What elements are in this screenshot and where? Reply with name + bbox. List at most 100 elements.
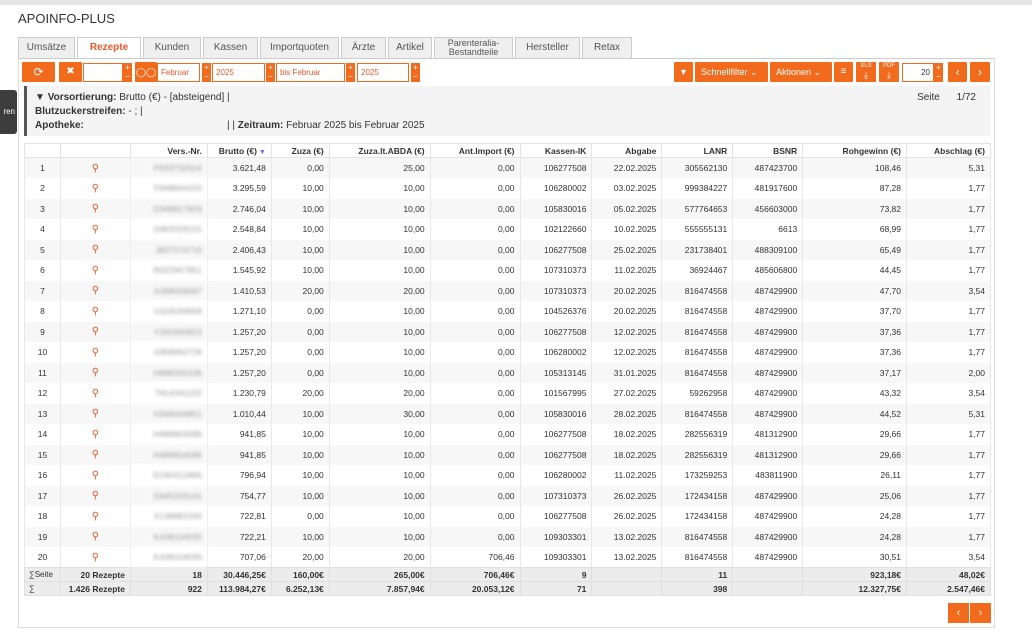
search-stepper[interactable]: + − — [123, 63, 132, 82]
column-header[interactable]: Kassen-IK — [519, 143, 593, 158]
tab-importquoten[interactable]: Importquoten — [260, 37, 339, 58]
table-cell: 10,00 — [328, 239, 431, 260]
pdf-export-button[interactable]: PDF ⤓ — [879, 62, 899, 82]
detail-cell: ⚲ — [59, 280, 131, 301]
bottom-prev-page-button[interactable]: ‹ — [948, 603, 969, 623]
search-icon[interactable]: ⚲ — [92, 531, 99, 542]
clear-filter-button[interactable]: ✖ — [59, 62, 82, 82]
table-row[interactable]: 10 ⚲ X858850728 1.257,20 0,00 10,00 0,00 106280… — [24, 342, 991, 363]
table-row[interactable]: 9 ⚲ Y200390823 1.257,20 0,00 10,00 0,00 1062775… — [24, 321, 991, 342]
search-icon[interactable]: ⚲ — [92, 511, 99, 522]
table-row[interactable]: 18 ⚲ X138981550 722,81 0,00 10,00 0,00 10627750… — [24, 506, 991, 527]
from-month-field[interactable]: Februar — [157, 63, 200, 82]
table-row[interactable]: 11 ⚲ H898300106 1.257,20 0,00 10,00 0,00 105313… — [24, 362, 991, 383]
detail-cell: ⚲ — [59, 219, 131, 240]
table-row[interactable]: 14 ⚲ H489804586 941,85 10,00 10,00 0,00 1062775… — [24, 424, 991, 445]
column-header[interactable]: BSNR — [732, 143, 804, 158]
search-icon[interactable]: ⚲ — [92, 285, 99, 296]
search-icon[interactable]: ⚲ — [92, 470, 99, 481]
table-row[interactable]: 13 ⚲ H348444851 1.010,44 10,00 30,00 0,00 10583… — [24, 403, 991, 424]
toggle-button[interactable]: ◯◯ — [135, 62, 157, 82]
detail-cell: ⚲ — [59, 403, 131, 424]
column-header[interactable]: Abgabe — [591, 143, 663, 158]
table-row[interactable]: 17 ⚲ E845339141 754,77 10,00 10,00 0,00 1073103… — [24, 485, 991, 506]
tab-kunden[interactable]: Kunden — [143, 37, 201, 58]
column-header[interactable]: Brutto (€) ▼ — [206, 143, 272, 158]
column-header[interactable]: Zuza.lt.ABDA (€) — [328, 143, 431, 158]
search-icon[interactable]: ⚲ — [92, 265, 99, 276]
from-year-stepper[interactable]: + − — [266, 63, 275, 82]
to-year-stepper[interactable]: + − — [411, 63, 420, 82]
column-header[interactable]: LANR — [661, 143, 734, 158]
page-size-field[interactable]: 20 — [902, 63, 934, 82]
tab-umsätze[interactable]: Umsätze — [18, 37, 75, 58]
search-icon[interactable]: ⚲ — [92, 244, 99, 255]
tab-retax[interactable]: Retax — [582, 37, 632, 58]
tab-rezepte[interactable]: Rezepte — [77, 37, 141, 59]
actions-dropdown[interactable]: Aktionen ⌄ — [770, 62, 832, 82]
table-row[interactable]: 15 ⚲ H489804586 941,85 10,00 10,00 0,00 1062775… — [24, 444, 991, 465]
refresh-button[interactable]: ⟳ — [22, 62, 55, 82]
table-row[interactable]: 4 ⚲ G803329115 2.548,84 10,00 10,00 0,00 102122… — [24, 219, 991, 240]
column-header[interactable]: Abschlag (€) — [906, 143, 991, 158]
column-header[interactable]: Ant.Import (€) — [429, 143, 521, 158]
summary-cell: 9 — [519, 567, 593, 582]
search-icon[interactable]: ⚲ — [92, 224, 99, 235]
search-icon[interactable]: ⚲ — [92, 552, 99, 563]
search-input[interactable] — [83, 63, 123, 82]
table-row[interactable]: 19 ⚲ K438104035 722,21 10,00 10,00 0,00 1093033… — [24, 526, 991, 547]
tab-ärzte[interactable]: Ärzte — [341, 37, 386, 58]
chevron-left-icon: ‹ — [956, 607, 961, 619]
search-icon[interactable]: ⚲ — [92, 388, 99, 399]
search-icon[interactable]: ⚲ — [92, 429, 99, 440]
table-row[interactable]: 12 ⚲ T814341162 1.230,79 20,00 20,00 0,00 10156… — [24, 383, 991, 404]
table-row[interactable]: 20 ⚲ K438104035 707,06 20,00 20,00 706,46 10930… — [24, 547, 991, 568]
page-size-stepper[interactable]: + − — [934, 63, 943, 82]
search-icon[interactable]: ⚲ — [92, 183, 99, 194]
table-row[interactable]: 6 ⚲ R022947851 1.545,92 10,00 10,00 0,00 107310… — [24, 260, 991, 281]
column-header[interactable]: Zuza (€) — [270, 143, 330, 158]
bottom-next-page-button[interactable]: › — [970, 603, 991, 623]
search-icon[interactable]: ⚲ — [92, 306, 99, 317]
tab-hersteller[interactable]: Hersteller — [515, 37, 580, 58]
from-month-stepper[interactable]: + − — [202, 63, 211, 82]
side-panel-tab[interactable]: ren — [0, 90, 17, 134]
detail-cell: ⚲ — [59, 444, 131, 465]
tab-parenteralia-bestandteile[interactable]: Parenteralia- Bestandteile — [434, 37, 513, 58]
table-row[interactable]: 1 ⚲ P833732914 3.621,48 0,00 25,00 0,00 1062775… — [24, 157, 991, 178]
table-cell: 20,00 — [328, 547, 431, 568]
search-icon[interactable]: ⚲ — [92, 203, 99, 214]
quickfilter-dropdown[interactable]: Schnellfilter ⌄ — [695, 62, 768, 82]
column-header[interactable]: Vers.-Nr. — [129, 143, 208, 158]
column-header[interactable]: Rohgewinn (€) — [802, 143, 908, 158]
table-row[interactable]: 5 ⚲ J837574715 2.406,43 10,00 10,00 0,00 106277… — [24, 239, 991, 260]
to-month-stepper[interactable]: + − — [346, 63, 355, 82]
from-year-field[interactable]: 2025 — [212, 63, 265, 82]
search-icon[interactable]: ⚲ — [92, 163, 99, 174]
xls-export-button[interactable]: XLS ⤓ — [856, 62, 876, 82]
tab-kassen[interactable]: Kassen — [203, 37, 258, 58]
table-row[interactable]: 16 ⚲ D190312865 796,94 10,00 10,00 0,00 1062800… — [24, 465, 991, 486]
table-cell: 10,00 — [328, 526, 431, 547]
search-icon[interactable]: ⚲ — [92, 490, 99, 501]
table-row[interactable]: 2 ⚲ F848844103 3.295,59 10,00 10,00 0,00 106280… — [24, 178, 991, 199]
search-icon[interactable]: ⚲ — [92, 408, 99, 419]
search-icon[interactable]: ⚲ — [92, 367, 99, 378]
table-row[interactable]: 3 ⚲ D348817829 2.746,04 10,00 10,00 0,00 105830… — [24, 198, 991, 219]
filter-button[interactable]: ▼ — [674, 62, 693, 82]
table-row[interactable]: 8 ⚲ U118194658 1.271,10 0,00 10,00 0,00 1045263… — [24, 301, 991, 322]
prev-page-button[interactable]: ‹ — [948, 62, 967, 82]
to-month-field[interactable]: bis Februar — [276, 63, 345, 82]
table-cell: 10,00 — [270, 485, 330, 506]
to-year-field[interactable]: 2025 — [357, 63, 409, 82]
table-row[interactable]: 7 ⚲ A398058087 1.410,53 20,00 20,00 0,00 107310… — [24, 280, 991, 301]
tab-artikel[interactable]: Artikel — [388, 37, 432, 58]
search-icon[interactable]: ⚲ — [92, 347, 99, 358]
columns-menu-button[interactable]: ≡ — [834, 62, 853, 82]
quickfilter-label: Schnellfilter — [701, 67, 748, 77]
table-cell: 12 — [24, 383, 61, 404]
search-icon[interactable]: ⚲ — [92, 326, 99, 337]
next-page-button[interactable]: › — [970, 62, 990, 82]
search-icon[interactable]: ⚲ — [92, 449, 99, 460]
table-cell: 105830016 — [519, 403, 593, 424]
